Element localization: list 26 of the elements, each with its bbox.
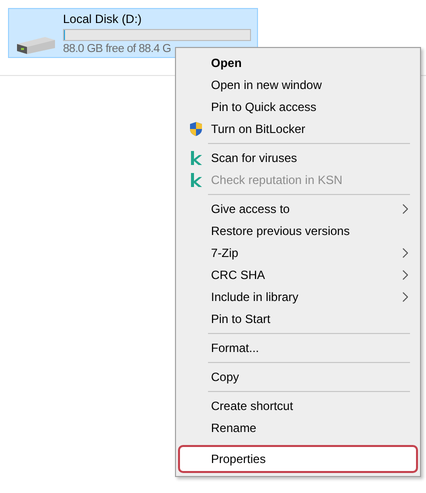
- hard-drive-icon: [15, 35, 57, 55]
- chevron-right-icon: [402, 292, 408, 302]
- menu-item[interactable]: Restore previous versions: [178, 220, 418, 242]
- chevron-right-icon: [402, 270, 408, 280]
- menu-item[interactable]: Turn on BitLocker: [178, 118, 418, 140]
- menu-item[interactable]: Pin to Quick access: [178, 96, 418, 118]
- menu-item[interactable]: Rename: [178, 417, 418, 439]
- free-space-text: 88.0 GB free of 88.4 G: [63, 43, 172, 55]
- menu-item[interactable]: Properties: [178, 445, 418, 473]
- shield-icon: [188, 121, 204, 137]
- menu-item[interactable]: Format...: [178, 337, 418, 359]
- menu-item[interactable]: Scan for viruses: [178, 147, 418, 169]
- k-letter-icon: [188, 150, 204, 166]
- menu-item[interactable]: Create shortcut: [178, 395, 418, 417]
- drive-name: Local Disk (D:): [63, 12, 143, 26]
- menu-item[interactable]: Copy: [178, 366, 418, 388]
- menu-item[interactable]: Include in library: [178, 286, 418, 308]
- menu-item[interactable]: Give access to: [178, 198, 418, 220]
- k-letter-icon: [188, 172, 204, 188]
- menu-item[interactable]: Pin to Start: [178, 308, 418, 330]
- chevron-right-icon: [402, 204, 408, 214]
- drive-tile[interactable]: Local Disk (D:) 88.0 GB free of 88.4 G: [8, 8, 258, 58]
- chevron-right-icon: [402, 248, 408, 258]
- menu-item[interactable]: Open in new window: [178, 74, 418, 96]
- menu-item[interactable]: CRC SHA: [178, 264, 418, 286]
- menu-item[interactable]: 7-Zip: [178, 242, 418, 264]
